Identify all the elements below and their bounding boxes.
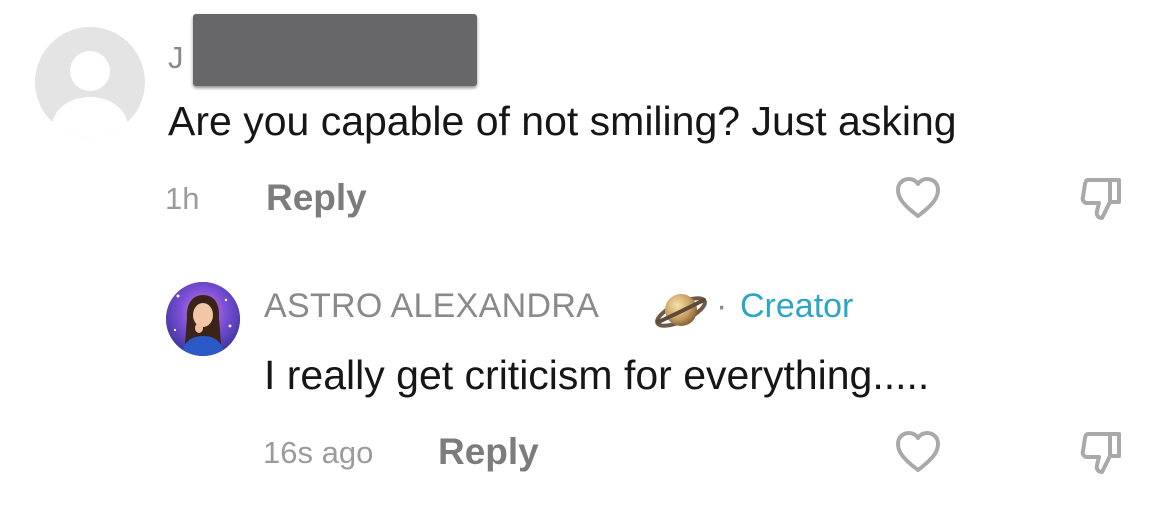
badge-separator: · <box>716 287 728 325</box>
comment-like-button[interactable] <box>892 172 944 224</box>
heart-outline-icon <box>896 177 940 218</box>
commenter-avatar[interactable] <box>35 27 145 137</box>
reply-reply-button[interactable]: Reply <box>438 431 539 473</box>
creator-badge: Creator <box>740 287 854 325</box>
comment-text: Are you capable of not smiling? Just ask… <box>168 98 957 144</box>
default-avatar-icon <box>52 51 128 137</box>
reply-timestamp: 16s ago <box>263 435 374 470</box>
comment-reply-button[interactable]: Reply <box>266 177 367 219</box>
heart-outline-icon <box>896 431 940 472</box>
username-redaction-box <box>193 14 477 86</box>
reply-like-button[interactable] <box>892 426 944 478</box>
commenter-username[interactable]: J <box>168 40 184 76</box>
creator-profile-photo <box>166 282 240 356</box>
thumbs-down-outline-icon <box>1080 178 1121 220</box>
comment-timestamp: 1h <box>165 181 200 216</box>
thumbs-down-outline-icon <box>1080 432 1121 474</box>
creator-avatar[interactable] <box>166 282 240 356</box>
comment-dislike-button[interactable] <box>1075 172 1127 224</box>
ringed-planet-icon <box>653 282 709 338</box>
reply-dislike-button[interactable] <box>1075 426 1127 478</box>
reply-text: I really get criticism for everything...… <box>264 352 930 398</box>
creator-username[interactable]: ASTRO ALEXANDRA <box>264 287 599 326</box>
